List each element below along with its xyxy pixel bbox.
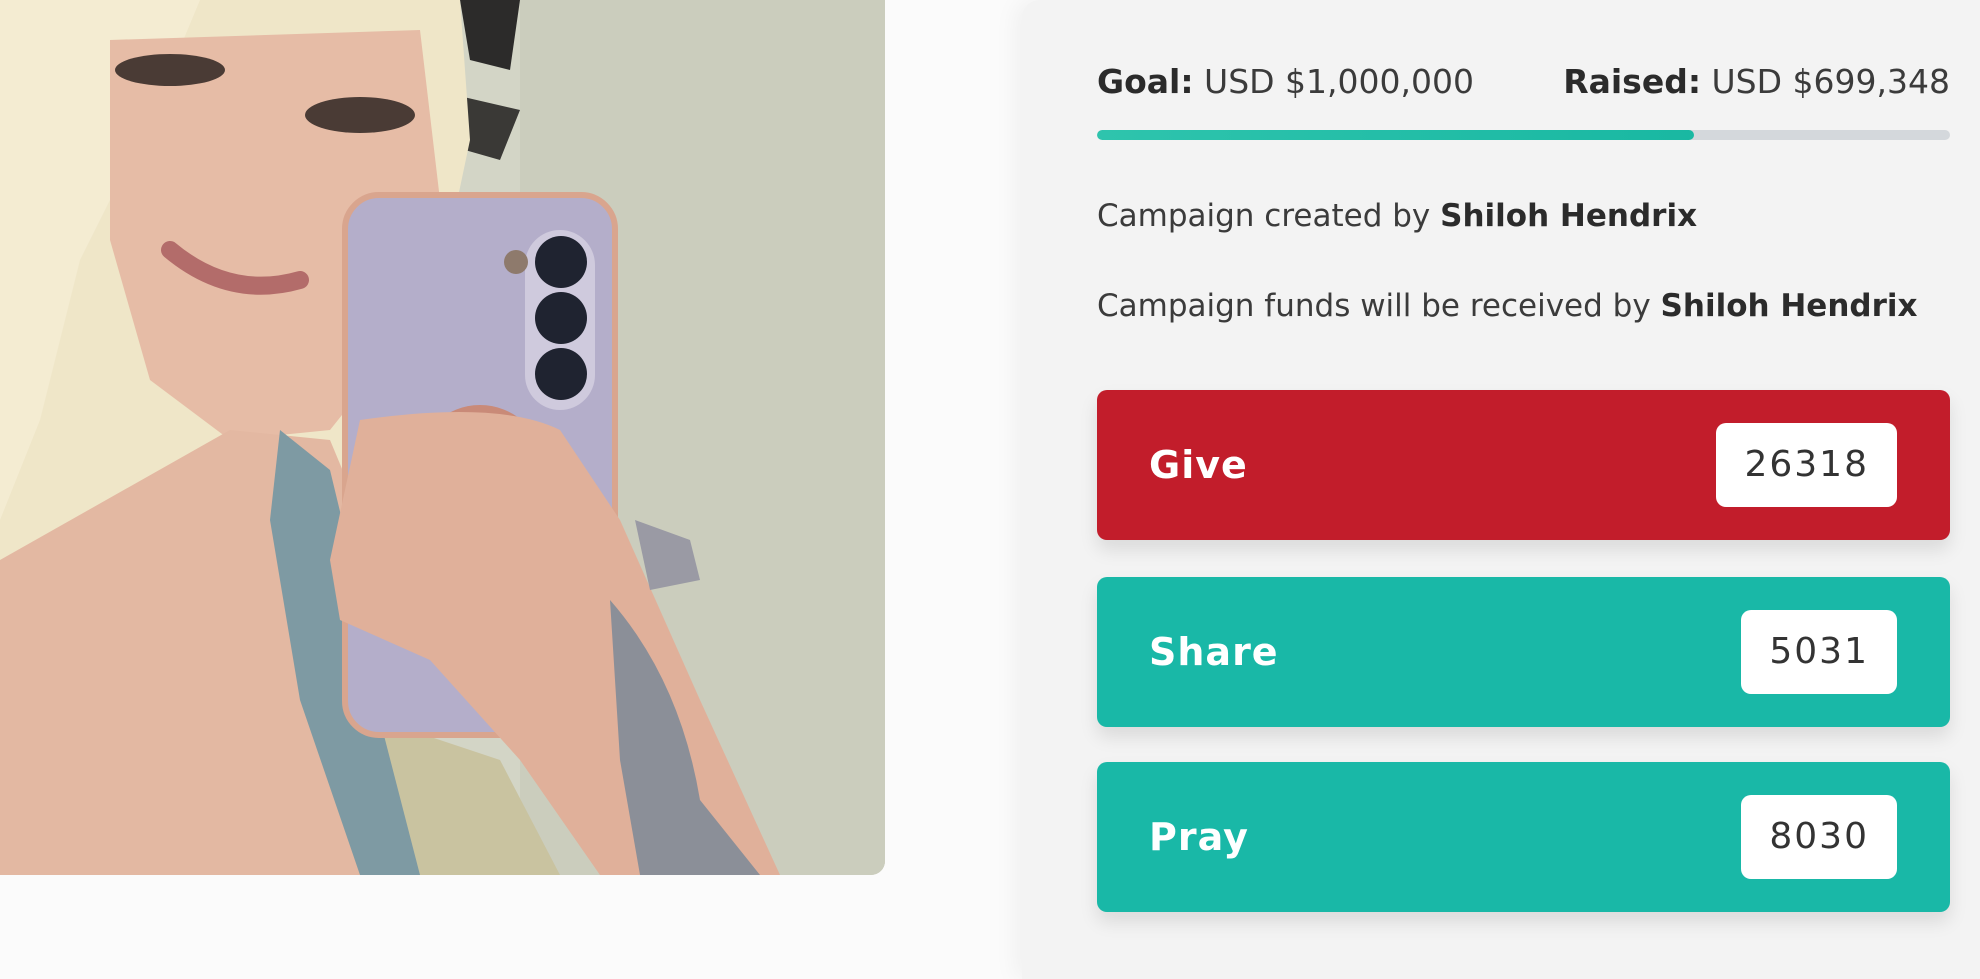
campaign-recipient: Campaign funds will be received by Shilo… — [1097, 288, 1918, 324]
give-button[interactable]: Give 26318 — [1097, 390, 1950, 540]
pray-count: 8030 — [1741, 795, 1897, 879]
funding-amounts: Goal: USD $1,000,000 Raised: USD $699,34… — [1097, 62, 1950, 106]
recipient-name: Shiloh Hendrix — [1660, 288, 1918, 324]
goal-amount: Goal: USD $1,000,000 — [1097, 62, 1474, 101]
share-label: Share — [1149, 630, 1279, 674]
pray-button[interactable]: Pray 8030 — [1097, 762, 1950, 912]
campaign-photo — [0, 0, 885, 875]
funding-progress-bar — [1097, 130, 1950, 140]
give-label: Give — [1149, 443, 1248, 487]
raised-label: Raised: — [1563, 62, 1702, 101]
goal-label: Goal: — [1097, 62, 1194, 101]
campaign-panel: Goal: USD $1,000,000 Raised: USD $699,34… — [1022, 0, 1980, 979]
campaign-creator: Campaign created by Shiloh Hendrix — [1097, 198, 1697, 234]
give-count: 26318 — [1716, 423, 1897, 507]
campaign-page: Goal: USD $1,000,000 Raised: USD $699,34… — [0, 0, 1980, 979]
share-button[interactable]: Share 5031 — [1097, 577, 1950, 727]
funding-progress-fill — [1097, 130, 1694, 140]
pray-label: Pray — [1149, 815, 1249, 859]
goal-value: USD $1,000,000 — [1204, 62, 1474, 101]
raised-value: USD $699,348 — [1711, 62, 1950, 101]
campaign-photo-illustration — [0, 0, 885, 875]
raised-amount: Raised: USD $699,348 — [1563, 62, 1950, 101]
creator-name: Shiloh Hendrix — [1440, 198, 1698, 234]
share-count: 5031 — [1741, 610, 1897, 694]
recipient-prefix: Campaign funds will be received by — [1097, 288, 1651, 324]
creator-prefix: Campaign created by — [1097, 198, 1431, 234]
